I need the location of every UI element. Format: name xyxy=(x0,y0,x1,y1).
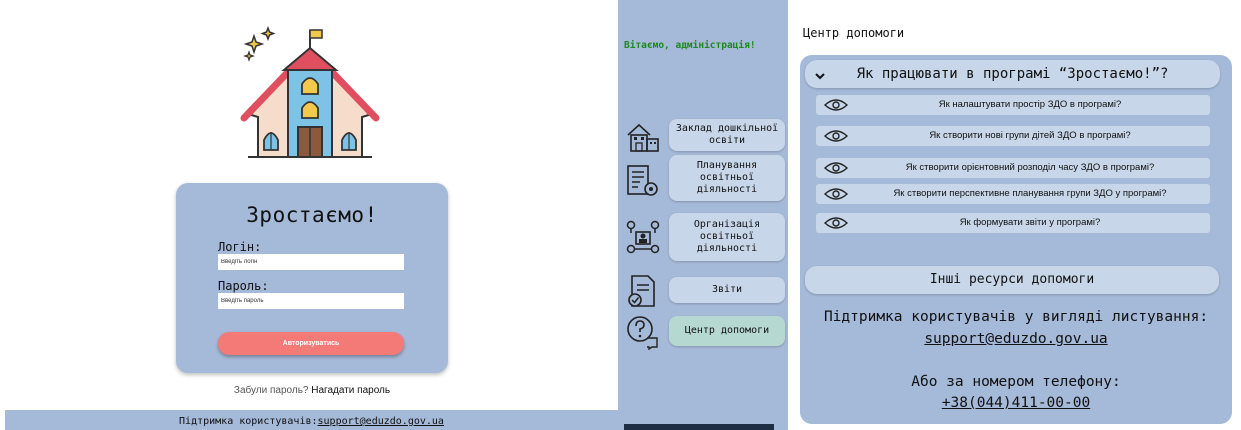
help-panel: Як працювати в програмі “Зростаємо!”? Як… xyxy=(800,55,1232,424)
page-title: Центр допомоги xyxy=(803,26,905,40)
help-question-icon xyxy=(627,316,658,350)
sidebar-item-help-center[interactable]: Центр допомоги xyxy=(621,312,788,358)
sidebar-item-label[interactable]: Організація освітньої діяльності xyxy=(669,213,785,261)
sidebar-item-label[interactable]: Планування освітньої діяльності xyxy=(669,155,785,201)
login-submit-button[interactable]: Авторизуватись xyxy=(218,332,404,355)
greeting-text: Вітаємо, адміністрація! xyxy=(624,40,756,51)
faq-item[interactable]: Як створити орієнтовний розподіл часу ЗД… xyxy=(816,158,1210,178)
eye-icon xyxy=(824,130,848,142)
planning-checklist-icon xyxy=(627,165,658,196)
support-phone-text: Або за номером телефону: xyxy=(911,374,1121,390)
admin-sidebar: Вітаємо, адміністрація! Заклад дошкільно… xyxy=(618,0,788,430)
faq-item[interactable]: Як створити перспективне планування груп… xyxy=(816,184,1210,204)
faq-item[interactable]: Як налаштувати простір ЗДО в програмі? xyxy=(816,95,1210,115)
report-document-icon xyxy=(628,275,655,307)
organization-network-icon xyxy=(626,220,660,254)
forgot-password-row: Забули пароль? Нагадати пароль xyxy=(176,385,448,396)
faq-accordion-header[interactable]: Як працювати в програмі “Зростаємо!”? xyxy=(805,60,1220,88)
login-support-footer: Підтримка користувачів:support@eduzdo.go… xyxy=(5,410,618,430)
login-screen: Зростаємо! Логін: Пароль: Авторизуватись… xyxy=(0,0,618,430)
faq-question: Як створити нові групи дітей ЗДО в прогр… xyxy=(929,130,1131,141)
eye-icon xyxy=(824,99,848,111)
faq-item[interactable]: Як формувати звіти у програмі? xyxy=(816,213,1210,233)
eye-icon xyxy=(824,188,848,200)
composite-screenshot: Зростаємо! Логін: Пароль: Авторизуватись… xyxy=(0,0,1241,430)
faq-question: Як створити перспективне планування груп… xyxy=(893,188,1167,199)
login-form-card: Зростаємо! Логін: Пароль: Авторизуватись xyxy=(176,183,448,373)
password-input[interactable] xyxy=(218,293,404,309)
faq-item[interactable]: Як створити нові групи дітей ЗДО в прогр… xyxy=(816,126,1210,146)
other-resources-button[interactable]: Інші ресурси допомоги xyxy=(805,266,1219,294)
faq-header-title: Як працювати в програмі “Зростаємо!”? xyxy=(856,66,1169,82)
kindergarten-house-icon xyxy=(240,25,380,158)
support-email-link[interactable]: support@eduzdo.gov.ua xyxy=(800,331,1232,347)
remind-password-link[interactable]: Нагадати пароль xyxy=(311,385,390,396)
login-input[interactable] xyxy=(218,254,404,270)
eye-icon xyxy=(824,162,848,174)
sidebar-item-organization[interactable]: Організація освітньої діяльності xyxy=(621,213,788,261)
sidebar-item-label[interactable]: Заклад дошкільної освіти xyxy=(669,119,785,151)
footer-support-label: Підтримка користувачів: xyxy=(179,416,318,427)
eye-icon xyxy=(824,217,848,229)
sidebar-item-planning[interactable]: Планування освітньої діяльності xyxy=(621,155,788,201)
help-center-screen: Центр допомоги Як працювати в програмі “… xyxy=(788,0,1241,430)
login-label: Логін: xyxy=(218,240,262,254)
support-phone-link[interactable]: +38(044)411-00-00 xyxy=(800,395,1232,411)
building-icon xyxy=(627,123,659,152)
password-label: Пароль: xyxy=(218,279,269,293)
sidebar-bottom-edge xyxy=(624,424,774,430)
faq-question: Як формувати звіти у програмі? xyxy=(959,217,1101,228)
footer-support-email-link[interactable]: support@eduzdo.gov.ua xyxy=(318,416,444,427)
app-title: Зростаємо! xyxy=(246,203,378,227)
sidebar-item-reports[interactable]: Звіти xyxy=(621,270,788,316)
faq-question: Як створити орієнтовний розподіл часу ЗД… xyxy=(905,162,1155,173)
support-mail-text: Підтримка користувачів у вигляді листува… xyxy=(823,309,1209,325)
sidebar-item-label[interactable]: Центр допомоги xyxy=(669,316,785,346)
kindergarten-logo xyxy=(240,22,380,167)
faq-question: Як налаштувати простір ЗДО в програмі? xyxy=(938,99,1122,110)
forgot-password-text: Забули пароль? xyxy=(233,385,309,396)
sidebar-item-label[interactable]: Звіти xyxy=(669,277,785,303)
